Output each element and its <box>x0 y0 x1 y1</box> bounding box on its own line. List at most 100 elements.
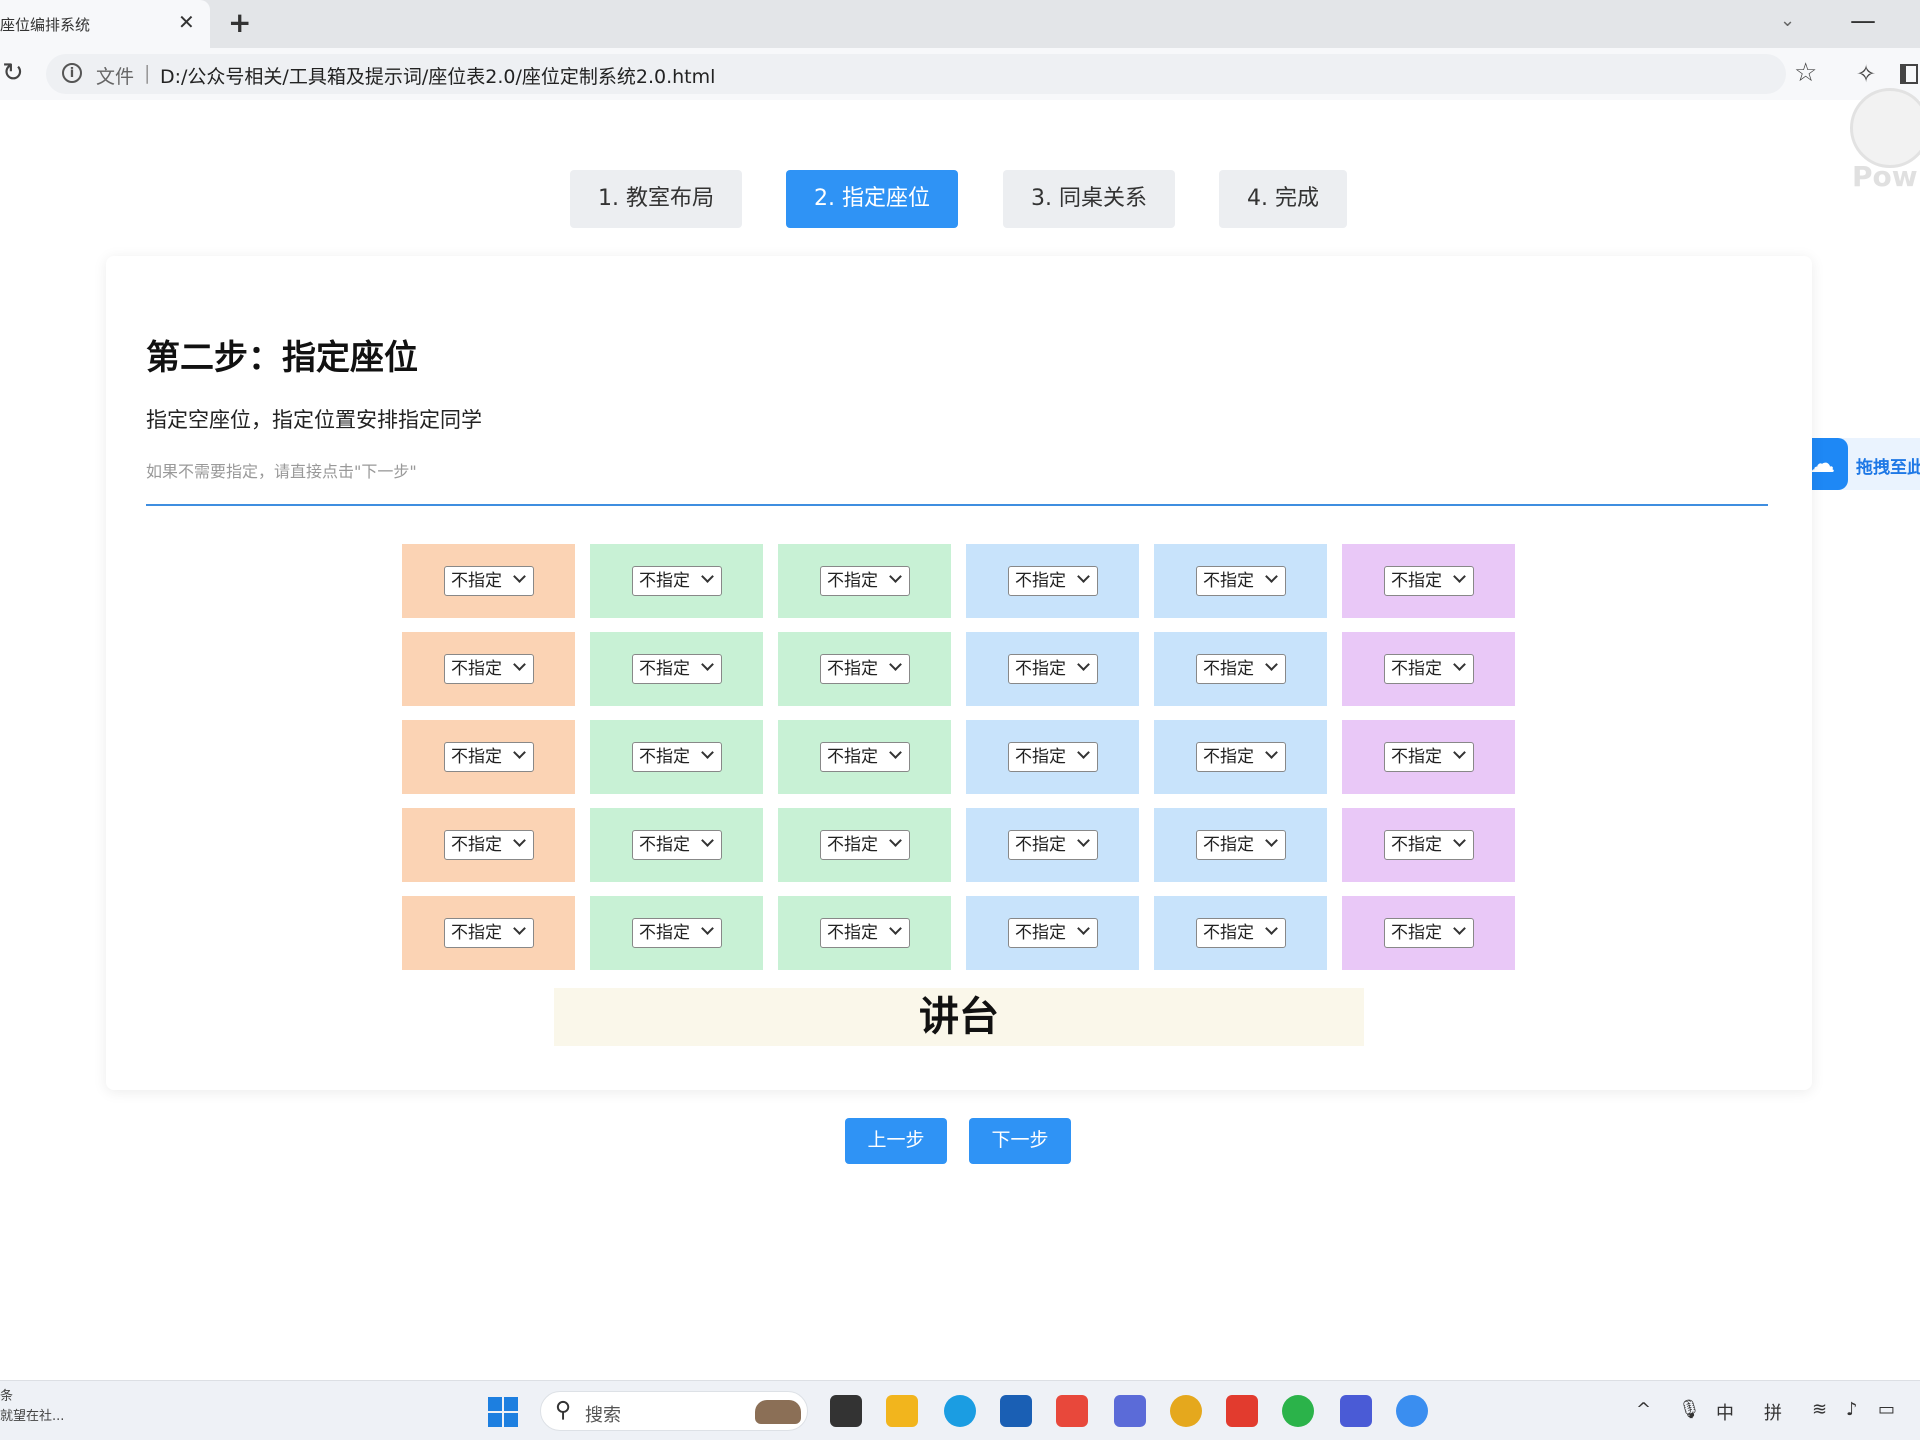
chevron-down-icon[interactable]: ⌄ <box>1780 10 1795 31</box>
seat-select-value: 不指定 <box>827 923 878 943</box>
minimize-icon[interactable]: — <box>1850 6 1876 36</box>
seat-cell: 不指定 <box>966 896 1139 970</box>
podium: 讲台 <box>554 988 1364 1046</box>
seat-assign-select[interactable]: 不指定 <box>444 742 534 772</box>
tray-expand-icon[interactable]: ^ <box>1636 1399 1651 1420</box>
seat-assign-select[interactable]: 不指定 <box>1196 654 1286 684</box>
seat-assign-select[interactable]: 不指定 <box>444 830 534 860</box>
seat-assign-select[interactable]: 不指定 <box>632 566 722 596</box>
chevron-down-icon <box>1265 570 1278 583</box>
page-title: 第二步：指定座位 <box>146 338 418 378</box>
next-step-button[interactable]: 下一步 <box>969 1118 1071 1164</box>
seat-assign-select[interactable]: 不指定 <box>632 654 722 684</box>
code-app-icon[interactable] <box>1340 1395 1372 1427</box>
floating-logo-icon[interactable] <box>1850 88 1920 168</box>
seat-assign-select[interactable]: 不指定 <box>1384 830 1474 860</box>
seat-select-value: 不指定 <box>1391 659 1442 679</box>
store-app-icon[interactable] <box>1000 1395 1032 1427</box>
seat-cell: 不指定 <box>590 808 763 882</box>
seat-cell: 不指定 <box>590 720 763 794</box>
microphone-icon[interactable]: 🎙 <box>1678 1399 1701 1420</box>
seat-assign-select[interactable]: 不指定 <box>820 566 910 596</box>
wps-app-icon[interactable] <box>1226 1395 1258 1427</box>
taskbar-search-input[interactable]: ⚲ 搜索 <box>540 1391 808 1431</box>
seat-assign-select[interactable]: 不指定 <box>444 918 534 948</box>
seat-assign-select[interactable]: 不指定 <box>444 566 534 596</box>
seat-assign-select[interactable]: 不指定 <box>1196 830 1286 860</box>
seat-select-value: 不指定 <box>451 747 502 767</box>
url-field[interactable]: i 文件 | D:/公众号相关/工具箱及提示词/座位表2.0/座位定制系统2.0… <box>46 54 1786 94</box>
taskbar-widget[interactable]: 条 就望在社... <box>0 1387 64 1427</box>
chevron-down-icon <box>513 834 526 847</box>
drag-upload-widget[interactable]: ☁ 拖拽至此 <box>1796 438 1920 490</box>
reload-icon[interactable]: ↻ <box>2 58 24 88</box>
seat-assign-select[interactable]: 不指定 <box>1008 566 1098 596</box>
seat-select-value: 不指定 <box>827 571 878 591</box>
step-tab-assign-seats[interactable]: 2. 指定座位 <box>786 170 958 228</box>
seat-assign-select[interactable]: 不指定 <box>1196 918 1286 948</box>
seat-assign-select[interactable]: 不指定 <box>820 830 910 860</box>
seat-assign-select[interactable]: 不指定 <box>1008 654 1098 684</box>
mail-app-icon[interactable] <box>1056 1395 1088 1427</box>
seat-assign-select[interactable]: 不指定 <box>632 830 722 860</box>
chart-app-icon[interactable] <box>1114 1395 1146 1427</box>
seat-assign-select[interactable]: 不指定 <box>632 742 722 772</box>
battery-icon[interactable]: ▭ <box>1878 1399 1895 1420</box>
seat-select-value: 不指定 <box>1203 571 1254 591</box>
search-placeholder: 搜索 <box>585 1405 621 1426</box>
info-icon[interactable]: i <box>62 63 82 83</box>
star-icon[interactable]: ☆ <box>1794 58 1817 88</box>
seat-assign-select[interactable]: 不指定 <box>1196 742 1286 772</box>
file-explorer-icon[interactable] <box>886 1395 918 1427</box>
close-icon[interactable]: ✕ <box>178 10 195 34</box>
seat-assign-select[interactable]: 不指定 <box>820 654 910 684</box>
volume-icon[interactable]: ♪ <box>1846 1399 1858 1420</box>
seat-select-value: 不指定 <box>639 835 690 855</box>
seat-cell: 不指定 <box>402 808 575 882</box>
seat-assign-select[interactable]: 不指定 <box>1008 742 1098 772</box>
seat-cell: 不指定 <box>778 632 951 706</box>
step-tab-deskmates[interactable]: 3. 同桌关系 <box>1003 170 1175 228</box>
step-tab-layout[interactable]: 1. 教室布局 <box>570 170 742 228</box>
taskbar-widget-line2: 就望在社... <box>0 1409 65 1424</box>
seat-assign-select[interactable]: 不指定 <box>1384 742 1474 772</box>
seat-assign-select[interactable]: 不指定 <box>820 918 910 948</box>
browser-tab[interactable]: 座位编排系统 ✕ <box>0 0 210 48</box>
seat-select-value: 不指定 <box>1015 923 1066 943</box>
url-text[interactable]: D:/公众号相关/工具箱及提示词/座位表2.0/座位定制系统2.0.html <box>160 62 715 89</box>
seat-select-value: 不指定 <box>1015 571 1066 591</box>
seat-assign-select[interactable]: 不指定 <box>1196 566 1286 596</box>
chevron-down-icon <box>889 834 902 847</box>
ime-mode[interactable]: 拼 <box>1764 1399 1782 1425</box>
prev-step-button[interactable]: 上一步 <box>845 1118 947 1164</box>
plus-icon[interactable]: + <box>228 6 251 39</box>
wifi-icon[interactable]: ≋ <box>1812 1399 1827 1420</box>
seat-cell: 不指定 <box>402 544 575 618</box>
wechat-app-icon[interactable] <box>1282 1395 1314 1427</box>
seat-assign-select[interactable]: 不指定 <box>1008 830 1098 860</box>
windows-start-icon[interactable] <box>488 1397 518 1427</box>
chevron-down-icon <box>513 746 526 759</box>
step-tab-finish[interactable]: 4. 完成 <box>1219 170 1347 228</box>
seat-select-value: 不指定 <box>1015 659 1066 679</box>
chevron-down-icon <box>701 570 714 583</box>
seat-assign-select[interactable]: 不指定 <box>1384 566 1474 596</box>
seat-assign-select[interactable]: 不指定 <box>1384 654 1474 684</box>
seat-assign-select[interactable]: 不指定 <box>444 654 534 684</box>
seat-cell: 不指定 <box>778 544 951 618</box>
separator: | <box>144 62 151 84</box>
seat-assign-select[interactable]: 不指定 <box>1008 918 1098 948</box>
browser-app-icon[interactable] <box>1396 1395 1428 1427</box>
chrome-browser-icon[interactable] <box>1170 1395 1202 1427</box>
ime-language[interactable]: 中 <box>1716 1399 1734 1425</box>
chevron-down-icon <box>1453 834 1466 847</box>
seat-select-value: 不指定 <box>827 659 878 679</box>
side-panel-icon[interactable] <box>1900 64 1918 84</box>
seat-cell: 不指定 <box>1342 632 1515 706</box>
seat-assign-select[interactable]: 不指定 <box>632 918 722 948</box>
seat-assign-select[interactable]: 不指定 <box>820 742 910 772</box>
terminal-app-icon[interactable] <box>830 1395 862 1427</box>
seat-assign-select[interactable]: 不指定 <box>1384 918 1474 948</box>
edge-browser-icon[interactable] <box>944 1395 976 1427</box>
puzzle-icon[interactable]: ✧ <box>1856 60 1876 88</box>
